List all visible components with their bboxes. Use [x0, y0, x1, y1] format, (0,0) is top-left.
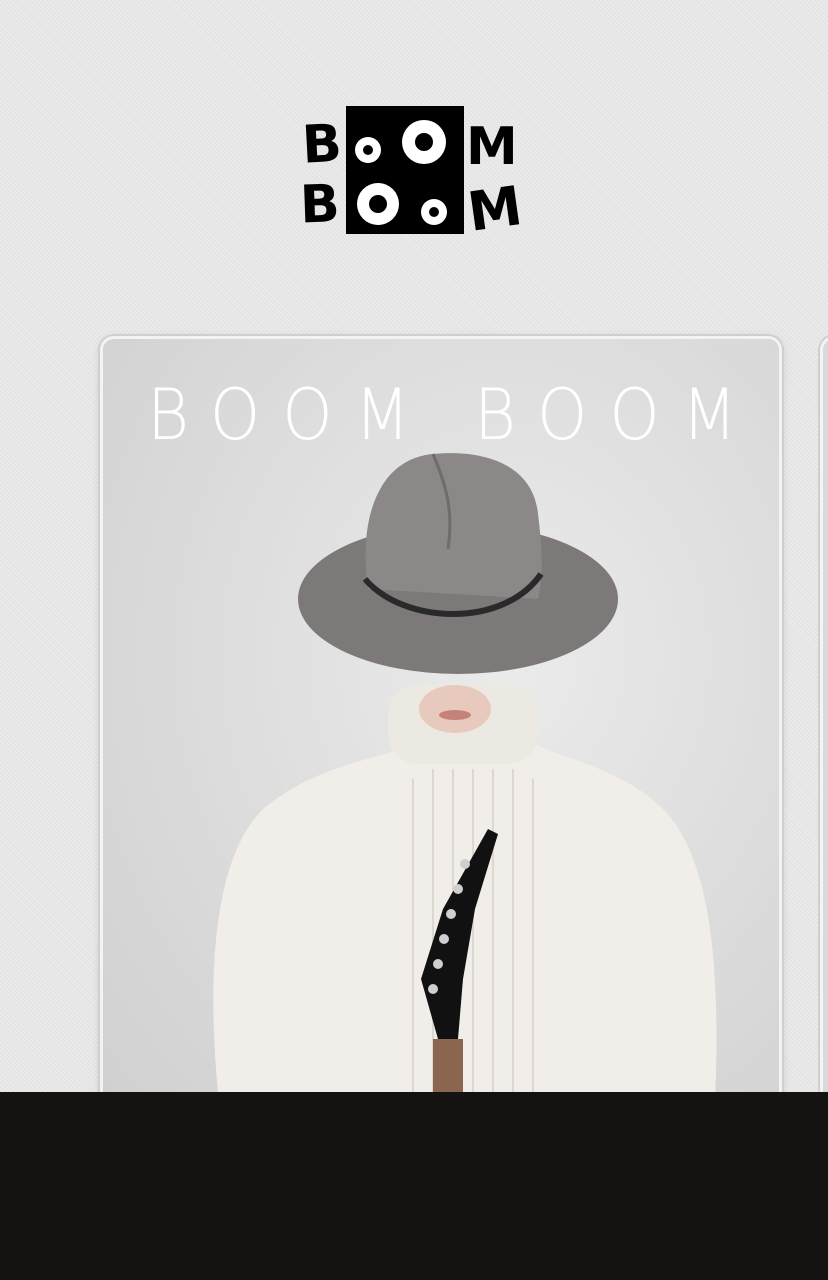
svg-text:M: M	[464, 174, 526, 238]
poster-carousel[interactable]: BOOM BOOM	[0, 330, 828, 1136]
poster-title: BOOM BOOM	[147, 375, 759, 457]
svg-text:M: M	[466, 117, 518, 177]
logo-graphic: B M B M	[299, 106, 526, 238]
svg-text:B: B	[301, 114, 344, 176]
poster-card[interactable]: BOOM BOOM	[100, 336, 782, 1136]
page: B M B M BOOM BOOM	[0, 0, 828, 1280]
bottom-bar	[0, 1092, 828, 1280]
next-poster-card[interactable]	[820, 336, 828, 1136]
boom-boom-logo[interactable]: B M B M	[296, 104, 532, 238]
musician-photo	[213, 453, 717, 1133]
svg-text:B: B	[299, 174, 341, 235]
poster-image: BOOM BOOM	[103, 339, 779, 1133]
